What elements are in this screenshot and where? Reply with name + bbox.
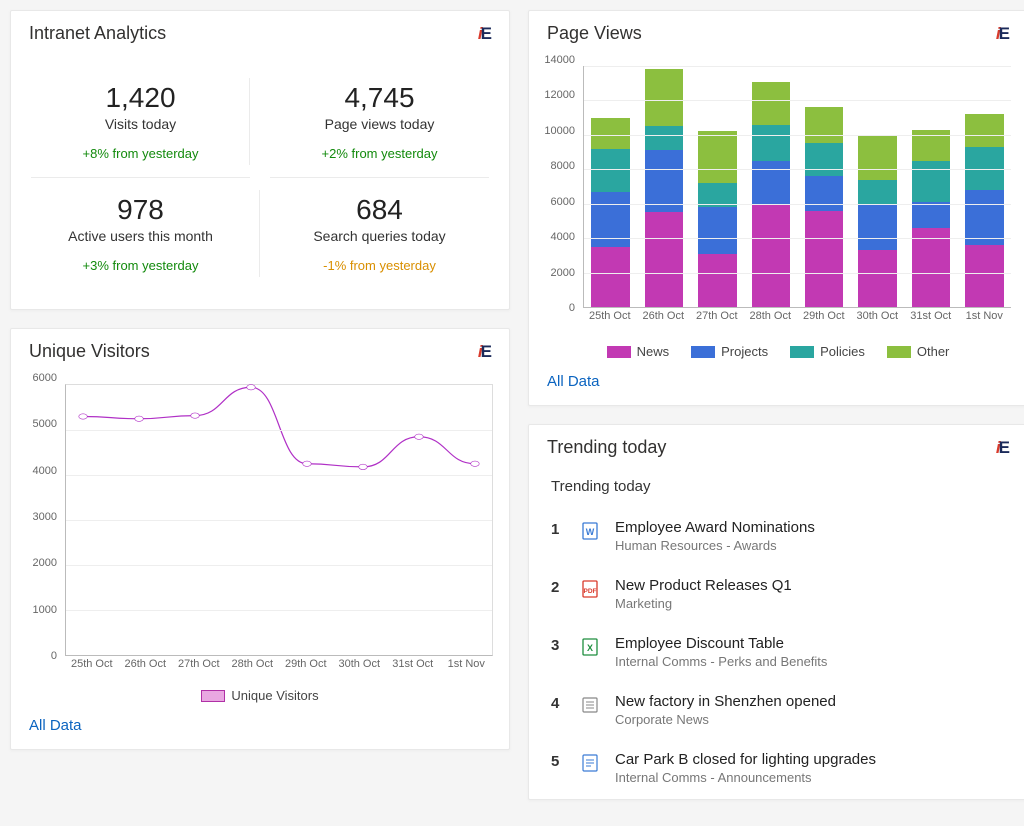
brand-logo-icon: iE <box>996 438 1009 458</box>
trend-item-title: New Product Releases Q1 <box>615 577 1005 594</box>
bar-seg-policies[interactable] <box>645 126 683 150</box>
bar-seg-other[interactable] <box>858 135 896 180</box>
data-point[interactable] <box>471 461 480 466</box>
trend-item-title: New factory in Shenzhen opened <box>615 693 1005 710</box>
bar-seg-news[interactable] <box>645 212 683 307</box>
bar-seg-news[interactable] <box>858 250 896 307</box>
bar-seg-other[interactable] <box>752 82 790 125</box>
pageviews-chart: 02000400060008000100001200014000 25th Oc… <box>539 60 1013 330</box>
bar-seg-projects[interactable] <box>965 190 1003 245</box>
brand-logo-icon: iE <box>478 24 491 44</box>
bar-seg-news[interactable] <box>805 211 843 307</box>
analytics-title: Intranet Analytics <box>29 23 166 44</box>
bar-seg-policies[interactable] <box>805 143 843 176</box>
news-file-icon <box>581 693 599 713</box>
pageviews-card: Page Views iE 02000400060008000100001200… <box>528 10 1024 406</box>
bar-seg-other[interactable] <box>645 69 683 126</box>
analytics-grid: 1,420 Visits today +8% from yesterday 4,… <box>11 54 509 309</box>
visitors-chart: 0100020003000400050006000 25th Oct26th O… <box>21 378 495 678</box>
bar-seg-news[interactable] <box>965 245 1003 307</box>
bar-seg-news[interactable] <box>591 247 629 307</box>
metric-active-users: 978 Active users this month +3% from yes… <box>21 178 260 289</box>
pageviews-all-data-link[interactable]: All Data <box>547 373 600 390</box>
data-point[interactable] <box>135 416 144 421</box>
trend-rank: 2 <box>551 577 565 596</box>
bar-seg-other[interactable] <box>965 114 1003 147</box>
note-file-icon <box>581 751 599 771</box>
bar-seg-projects[interactable] <box>858 204 896 250</box>
bar-seg-other[interactable] <box>591 118 629 149</box>
trending-card: Trending today iE Trending today 1 W Emplo… <box>528 424 1024 800</box>
data-point[interactable] <box>79 414 88 419</box>
brand-logo-icon: iE <box>996 24 1009 44</box>
brand-logo-icon: iE <box>478 342 491 362</box>
visitors-card: Unique Visitors iE 010002000300040005000… <box>10 328 510 750</box>
trend-rank: 1 <box>551 519 565 538</box>
data-point[interactable] <box>303 461 312 466</box>
excel-file-icon: X <box>581 635 599 655</box>
trending-item[interactable]: 5 Car Park B closed for lighting upgrades… <box>551 741 1005 799</box>
trend-item-title: Car Park B closed for lighting upgrades <box>615 751 1005 768</box>
visitors-title: Unique Visitors <box>29 341 150 362</box>
bar-seg-projects[interactable] <box>805 176 843 210</box>
data-point[interactable] <box>359 464 368 469</box>
svg-text:PDF: PDF <box>584 588 597 595</box>
bar-seg-other[interactable] <box>698 131 736 183</box>
trend-item-meta: Marketing <box>615 596 1005 611</box>
trend-item-title: Employee Award Nominations <box>615 519 1005 536</box>
bar-seg-policies[interactable] <box>912 161 950 202</box>
bar-seg-policies[interactable] <box>858 180 896 204</box>
trend-rank: 3 <box>551 635 565 654</box>
trending-title: Trending today <box>547 437 666 458</box>
metric-search-queries-change: -1% from yesterday <box>270 258 489 273</box>
metric-visits-change: +8% from yesterday <box>31 146 250 161</box>
pdf-file-icon: PDF <box>581 577 599 597</box>
bar-seg-policies[interactable] <box>752 125 790 161</box>
pageviews-title: Page Views <box>547 23 642 44</box>
trend-item-meta: Human Resources - Awards <box>615 538 1005 553</box>
metric-active-users-change: +3% from yesterday <box>31 258 250 273</box>
bar-seg-projects[interactable] <box>912 202 950 228</box>
bar-seg-projects[interactable] <box>752 161 790 206</box>
trend-item-meta: Corporate News <box>615 712 1005 727</box>
bar-seg-news[interactable] <box>912 228 950 307</box>
svg-text:W: W <box>586 527 595 537</box>
trend-rank: 5 <box>551 751 565 770</box>
trending-item[interactable]: 1 W Employee Award Nominations Human Resour… <box>551 509 1005 567</box>
bar-seg-projects[interactable] <box>698 207 736 253</box>
trend-item-title: Employee Discount Table <box>615 635 1005 652</box>
metric-visits: 1,420 Visits today +8% from yesterday <box>31 66 250 178</box>
metric-pageviews-change: +2% from yesterday <box>270 146 489 161</box>
svg-text:X: X <box>587 643 593 653</box>
trending-list: Trending today 1 W Employee Award Nominati… <box>529 468 1024 799</box>
trending-item[interactable]: 3 X Employee Discount Table Internal Comms … <box>551 625 1005 683</box>
pageviews-legend: News Projects Policies Other <box>529 336 1024 363</box>
trending-subtitle: Trending today <box>551 478 1005 495</box>
trend-rank: 4 <box>551 693 565 712</box>
data-point[interactable] <box>415 434 424 439</box>
metric-search-queries: 684 Search queries today -1% from yester… <box>260 178 499 289</box>
trend-item-meta: Internal Comms - Perks and Benefits <box>615 654 1005 669</box>
data-point[interactable] <box>191 413 200 418</box>
data-point[interactable] <box>247 385 256 390</box>
bar-seg-news[interactable] <box>698 254 736 307</box>
bar-seg-other[interactable] <box>805 107 843 143</box>
word-file-icon: W <box>581 519 599 539</box>
analytics-card: Intranet Analytics iE 1,420 Visits today… <box>10 10 510 310</box>
bar-seg-news[interactable] <box>752 205 790 307</box>
visitors-legend: Unique Visitors <box>11 684 509 707</box>
trend-item-meta: Internal Comms - Announcements <box>615 770 1005 785</box>
trending-item[interactable]: 2 PDF New Product Releases Q1 Marketing <box>551 567 1005 625</box>
visitors-all-data-link[interactable]: All Data <box>29 717 82 734</box>
trending-item[interactable]: 4 New factory in Shenzhen opened Corporate… <box>551 683 1005 741</box>
metric-pageviews: 4,745 Page views today +2% from yesterda… <box>270 66 489 178</box>
